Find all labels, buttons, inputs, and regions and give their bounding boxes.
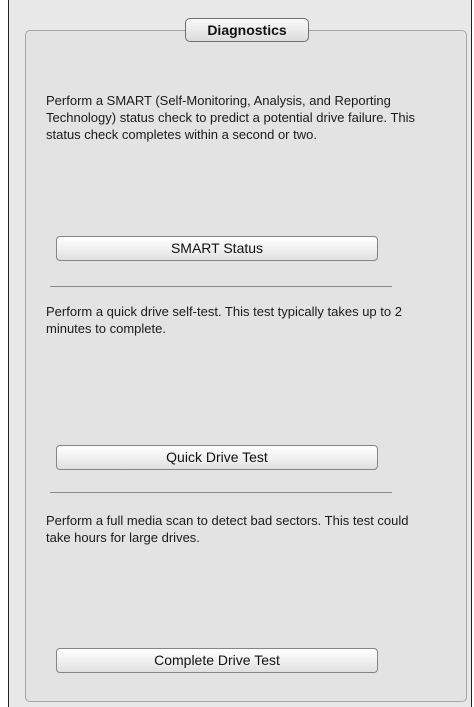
- section-divider: [50, 492, 392, 493]
- quick-drive-test-button[interactable]: Quick Drive Test: [56, 445, 378, 470]
- section-divider: [50, 286, 392, 287]
- diagnostics-title: Diagnostics: [185, 18, 309, 42]
- complete-drive-test-button[interactable]: Complete Drive Test: [56, 648, 378, 673]
- diagnostics-window: Diagnostics Perform a SMART (Self-Monito…: [8, 0, 472, 707]
- smart-status-description: Perform a SMART (Self-Monitoring, Analys…: [46, 93, 416, 142]
- complete-test-description: Perform a full media scan to detect bad …: [46, 513, 409, 545]
- quick-test-description: Perform a quick drive self-test. This te…: [46, 304, 402, 336]
- smart-status-button[interactable]: SMART Status: [56, 236, 378, 261]
